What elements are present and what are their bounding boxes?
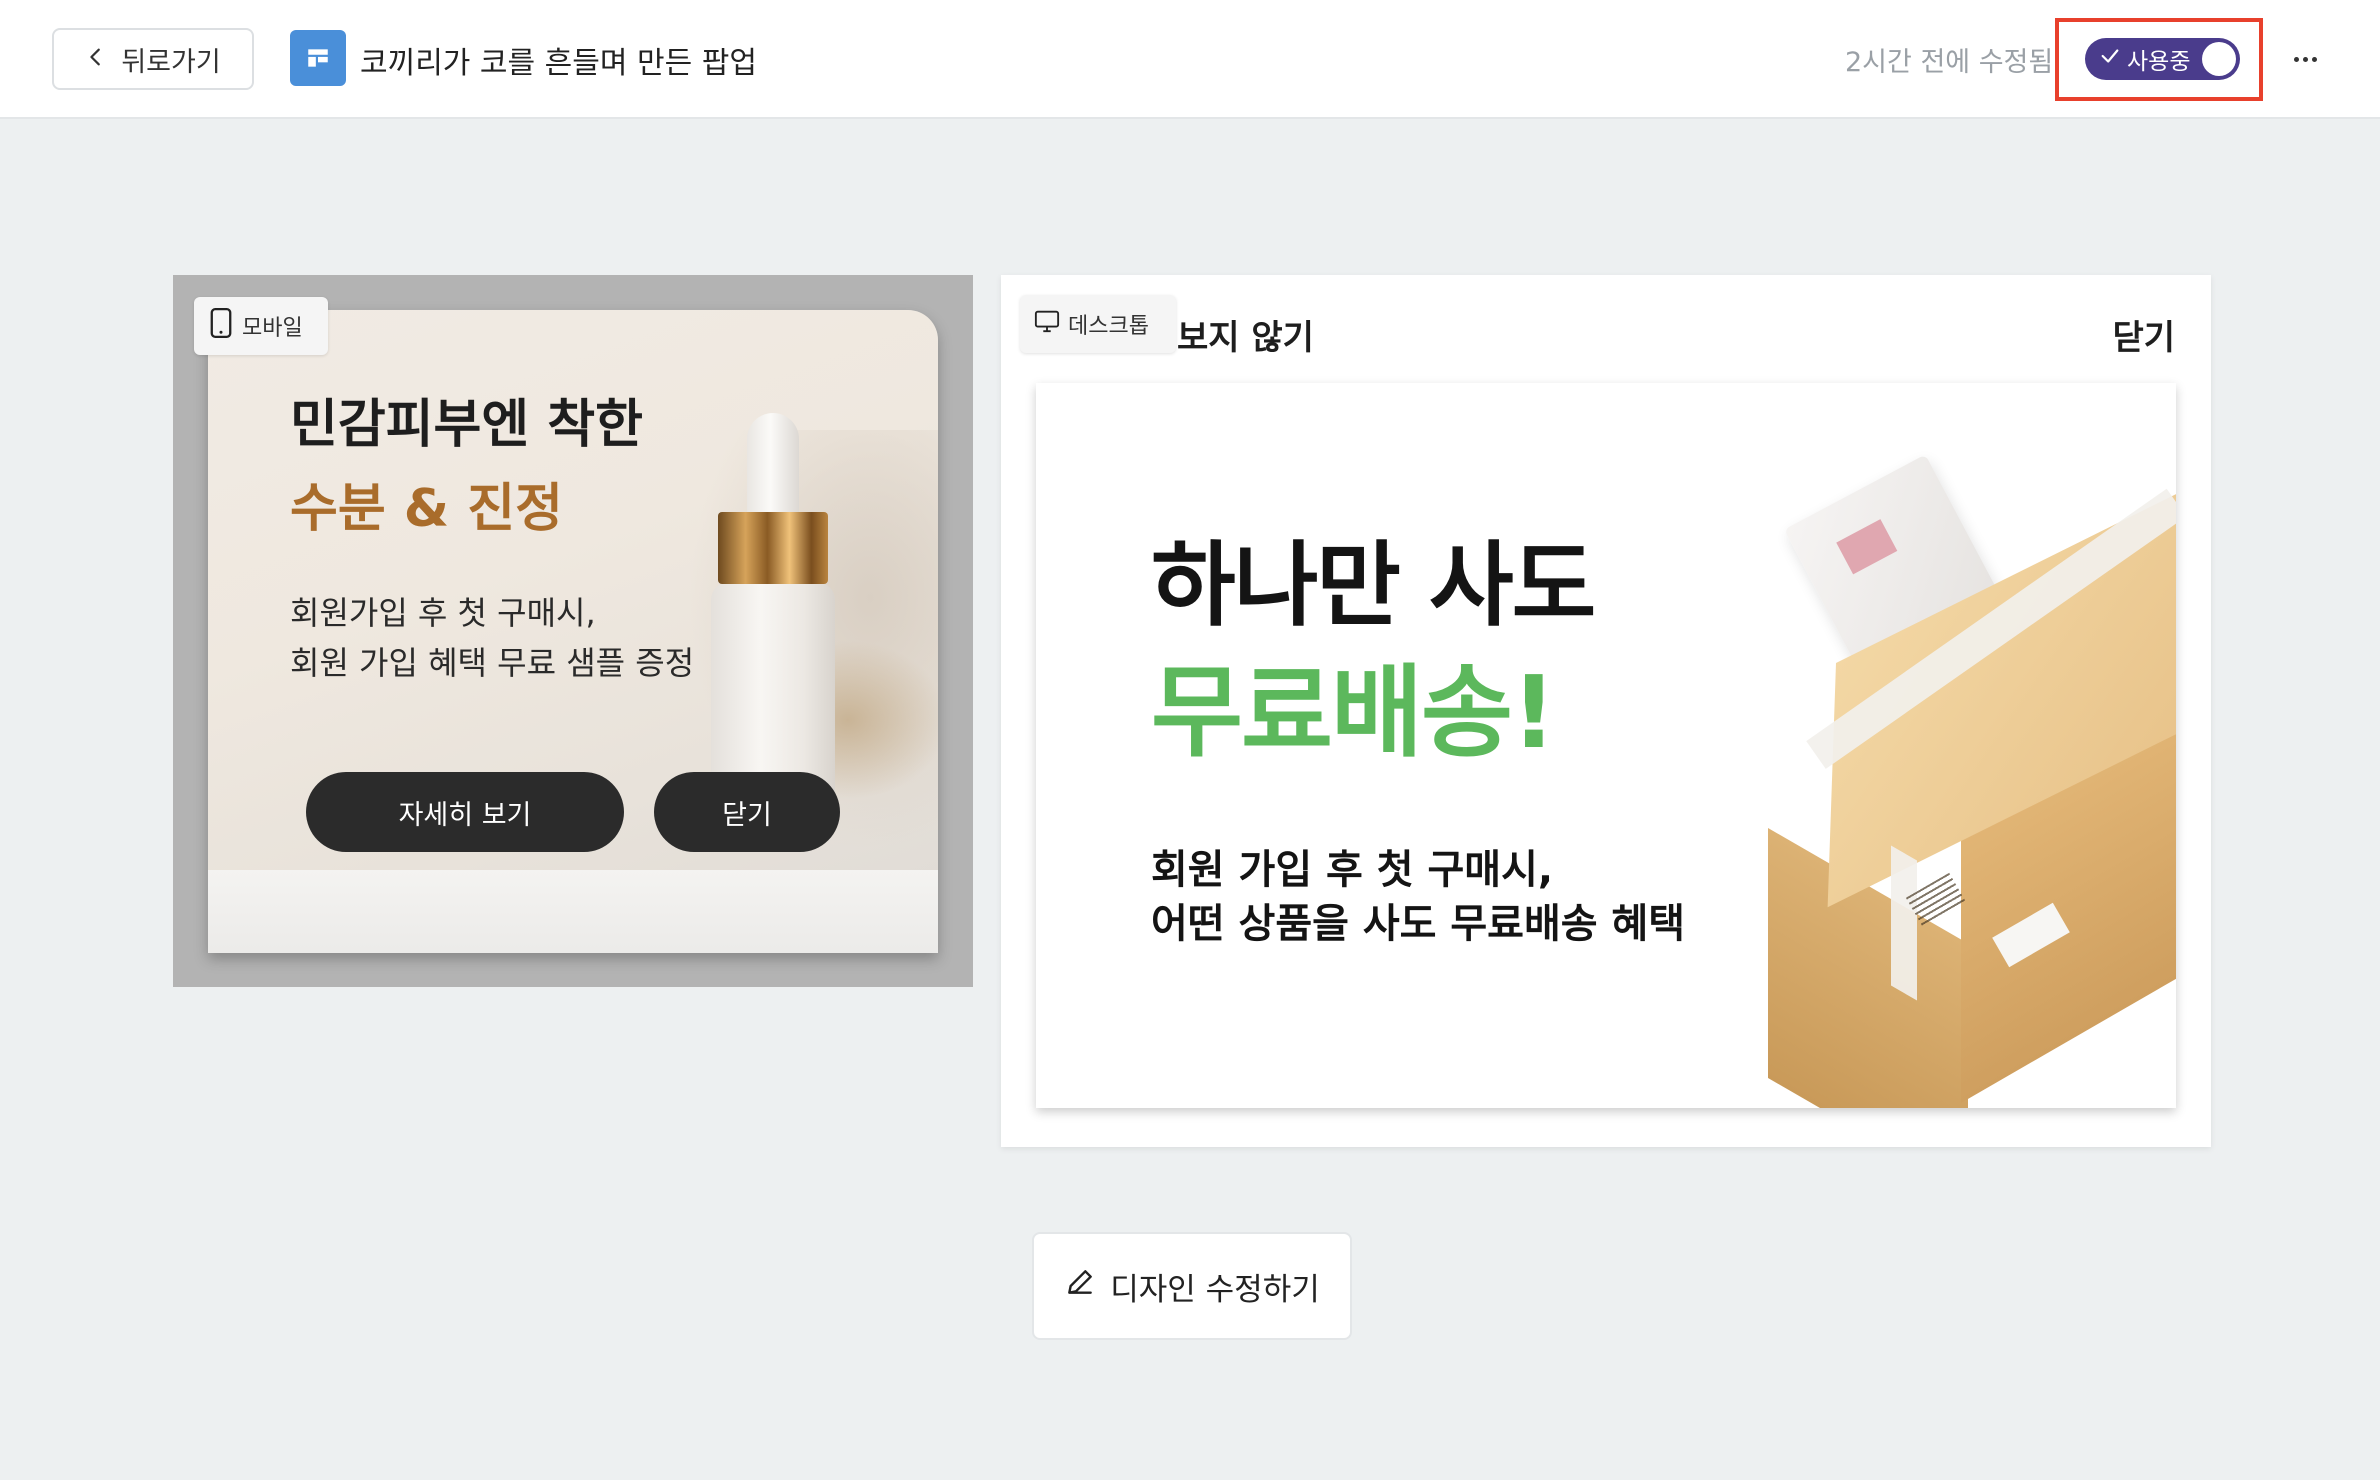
pencil-icon [1064,1266,1096,1306]
mobile-body: 회원가입 후 첫 구매시, 회원 가입 혜택 무료 샘플 증정 [290,588,694,688]
view-details-button[interactable]: 자세히 보기 [306,772,624,852]
smartphone-icon [208,308,234,344]
desktop-device-label: 데스크톱 [1068,314,1149,339]
desktop-popup: 하나만 사도 무료배송! 회원 가입 후 첫 구매시, 어떤 상품을 사도 무료… [1036,383,2176,1108]
serum-bottle-cap [718,512,828,584]
box-tape [1891,845,1917,1001]
desktop-preview-frame: 보지 않기 닫기 하나만 사도 무료배송! 회원 가입 후 첫 구매시, 어떤 … [1001,275,2211,1147]
layout-icon [290,30,346,86]
background-floor [208,870,938,953]
more-horizontal-icon [2293,56,2299,62]
back-button-label: 뒤로가기 [121,46,221,78]
mobile-preview-frame: 민감피부엔 착한 수분 & 진정 회원가입 후 첫 구매시, 회원 가입 혜택 … [173,275,973,987]
desktop-close-link[interactable]: 닫기 [2112,310,2175,359]
monitor-icon [1034,306,1060,342]
back-button[interactable]: 뒤로가기 [52,28,254,90]
desktop-body: 회원 가입 후 첫 구매시, 어떤 상품을 사도 무료배송 혜택 [1151,843,1685,951]
mobile-headline: 민감피부엔 착한 [290,395,643,455]
mobile-device-tag: 모바일 [194,297,328,355]
chevron-left-icon [85,44,107,75]
edit-design-label: 디자인 수정하기 [1110,1271,1320,1308]
mobile-device-label: 모바일 [242,316,303,341]
desktop-device-tag: 데스크톱 [1020,295,1176,353]
desktop-body-line: 어떤 상품을 사도 무료배송 혜택 [1151,901,1686,947]
more-options-button[interactable] [2282,36,2328,82]
status-toggle-label: 사용중 [2127,49,2191,75]
desktop-body-line: 회원 가입 후 첫 구매시, [1151,847,1554,893]
mobile-subheadline: 수분 & 진정 [290,479,563,539]
mobile-body-line: 회원 가입 혜택 무료 샘플 증정 [290,644,695,682]
serum-bottle-dropper [747,413,799,523]
mobile-body-line: 회원가입 후 첫 구매시, [290,594,596,632]
edit-design-button[interactable]: 디자인 수정하기 [1032,1232,1352,1340]
mobile-close-button[interactable]: 닫기 [654,772,840,852]
check-icon [2099,45,2121,73]
toggle-knob [2202,42,2236,76]
modified-timestamp: 2시간 전에 수정됨 [1845,47,2054,78]
desktop-headline: 하나만 사도 [1151,532,1596,639]
page-title: 코끼리가 코를 흔들며 만든 팝업 [360,46,757,81]
status-toggle[interactable]: 사용중 [2085,38,2240,80]
desktop-subheadline: 무료배송! [1151,654,1557,771]
mobile-popup: 민감피부엔 착한 수분 & 진정 회원가입 후 첫 구매시, 회원 가입 혜택 … [208,310,938,953]
top-bar: 뒤로가기 코끼리가 코를 흔들며 만든 팝업 2시간 전에 수정됨 사용중 [0,0,2380,119]
dont-show-again-link[interactable]: 보지 않기 [1177,310,1314,359]
